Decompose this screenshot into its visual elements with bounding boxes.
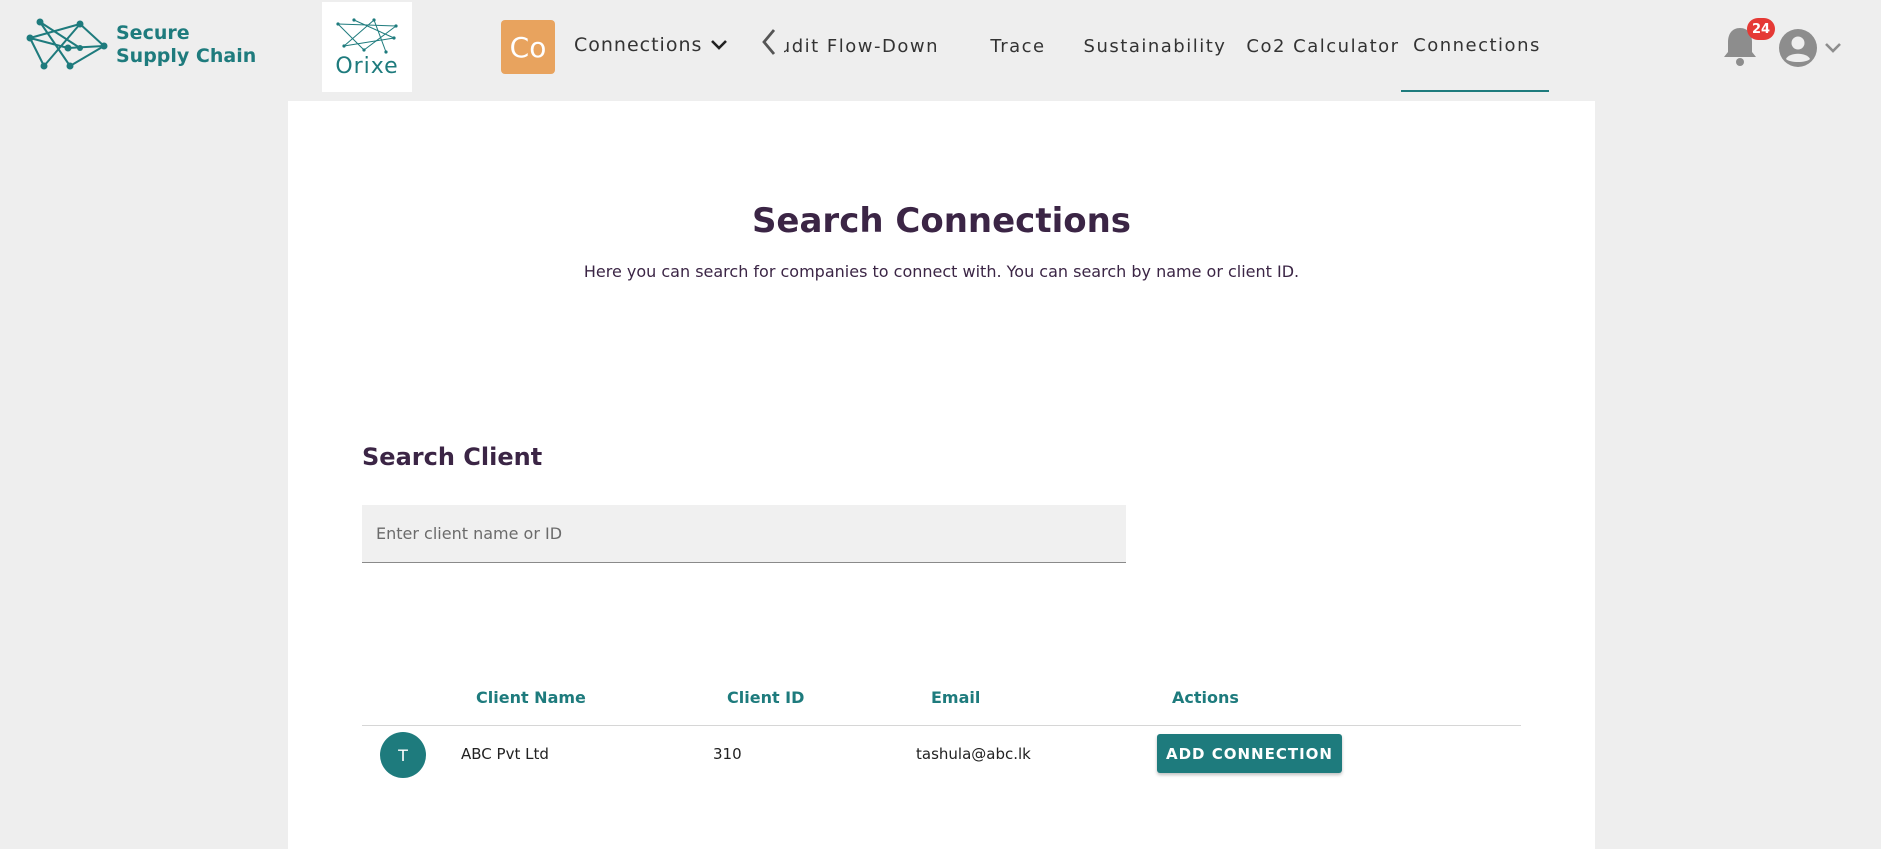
chevron-down-icon <box>1825 43 1841 53</box>
client-avatar: T <box>380 732 426 778</box>
chevron-left-icon[interactable] <box>756 26 782 58</box>
client-email-cell: tashula@abc.lk <box>916 745 1031 763</box>
page-title: Search Connections <box>751 201 1132 241</box>
network-nodes-icon <box>336 17 398 54</box>
module-selector[interactable]: Connections <box>574 34 728 56</box>
search-client-input[interactable] <box>362 505 1126 563</box>
nav-tabs: Audit Flow-Down Trace Sustainability Co2… <box>784 0 1549 94</box>
client-logo-text: Orixe <box>335 53 399 79</box>
client-name-cell: ABC Pvt Ltd <box>461 745 549 763</box>
network-nodes-icon <box>26 18 108 70</box>
top-navigation-bar: Secure Supply Chain Orixe Co Connections <box>0 0 1881 100</box>
notification-count-badge: 24 <box>1747 18 1775 40</box>
organization-avatar[interactable]: Co <box>501 20 555 74</box>
brand[interactable]: Secure Supply Chain <box>26 18 256 72</box>
module-selector-label: Connections <box>574 34 703 56</box>
client-logo[interactable]: Orixe <box>322 2 412 92</box>
table-header: Client Name Client ID Email Actions <box>362 688 1521 726</box>
table-row: T ABC Pvt Ltd 310 tashula@abc.lk ADD CON… <box>362 726 1521 784</box>
tab-audit-flow-down[interactable]: Audit Flow-Down <box>784 0 960 92</box>
add-connection-button[interactable]: ADD CONNECTION <box>1157 734 1342 773</box>
search-client-heading: Search Client <box>362 443 543 471</box>
tab-sustainability[interactable]: Sustainability <box>1074 0 1236 92</box>
tab-trace[interactable]: Trace <box>976 0 1060 92</box>
column-header-client-id[interactable]: Client ID <box>727 688 804 707</box>
brand-line-2: Supply Chain <box>116 45 257 67</box>
tab-connections[interactable]: Connections <box>1401 0 1549 92</box>
tab-co2-calculator[interactable]: Co2 Calculator <box>1238 0 1408 92</box>
column-header-email[interactable]: Email <box>931 688 980 707</box>
page-description: Here you can search for companies to con… <box>583 262 1300 281</box>
column-header-actions: Actions <box>1172 688 1239 707</box>
main-content-card: Search Connections Here you can search f… <box>288 101 1595 849</box>
brand-line-1: Secure <box>116 22 190 44</box>
user-menu[interactable] <box>1778 28 1842 68</box>
chevron-down-icon <box>711 40 728 50</box>
brand-name: Secure Supply Chain <box>116 22 256 68</box>
client-id-cell: 310 <box>713 745 742 763</box>
column-header-client-name[interactable]: Client Name <box>476 688 586 707</box>
account-circle-icon <box>1779 29 1817 67</box>
